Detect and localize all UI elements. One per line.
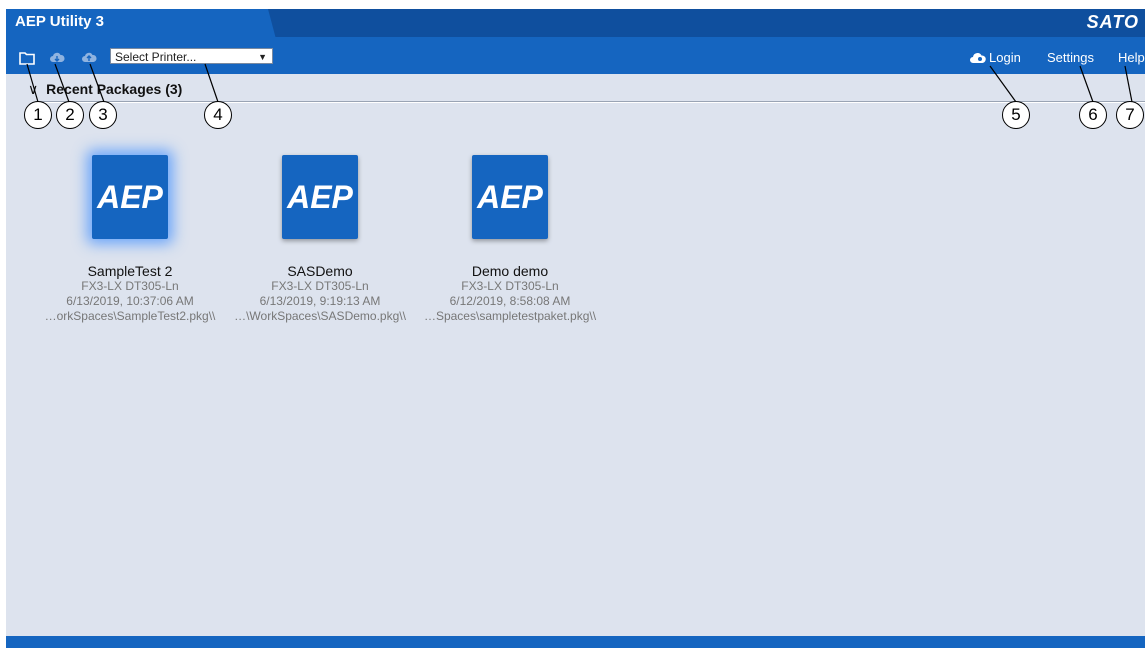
callout-leader-lines: [26, 63, 1133, 103]
callout-2: 2: [56, 101, 84, 129]
callout-4: 4: [204, 101, 232, 129]
callout-7: 7: [1116, 101, 1144, 129]
callout-5: 5: [1002, 101, 1030, 129]
callout-1: 1: [24, 101, 52, 129]
callout-6: 6: [1079, 101, 1107, 129]
callout-3: 3: [89, 101, 117, 129]
